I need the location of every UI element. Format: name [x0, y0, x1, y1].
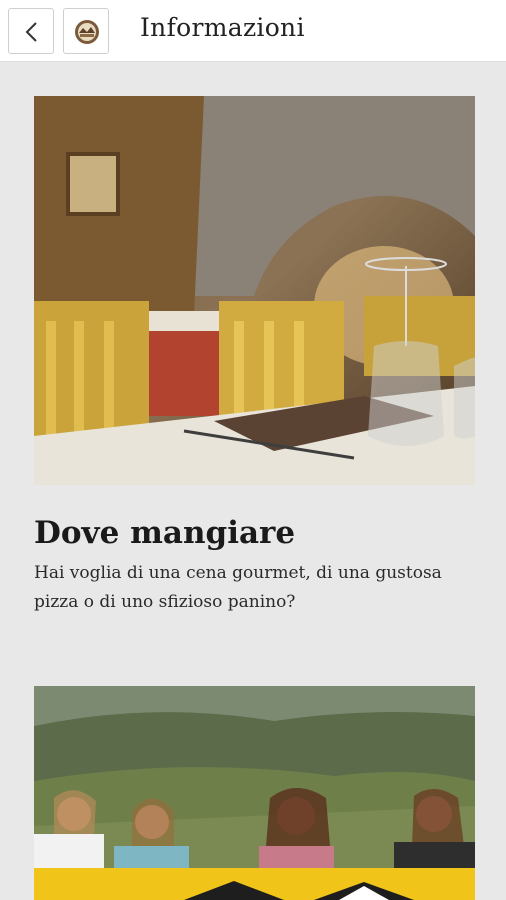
app-bar: Informazioni [0, 0, 506, 62]
app-logo-icon [75, 20, 99, 44]
chevron-left-icon [25, 22, 37, 42]
card-dove-mangiare[interactable]: Dove mangiare Hai voglia di una cena gou… [34, 96, 475, 617]
card-title: Dove mangiare [34, 515, 296, 551]
group-photo [34, 686, 475, 900]
page-title: Informazioni [140, 13, 305, 42]
home-logo-button[interactable] [63, 8, 109, 54]
card-second[interactable] [34, 686, 475, 900]
card-description: Hai voglia di una cena gourmet, di una g… [34, 563, 442, 612]
restaurant-photo [34, 96, 475, 485]
back-button[interactable] [8, 8, 54, 54]
